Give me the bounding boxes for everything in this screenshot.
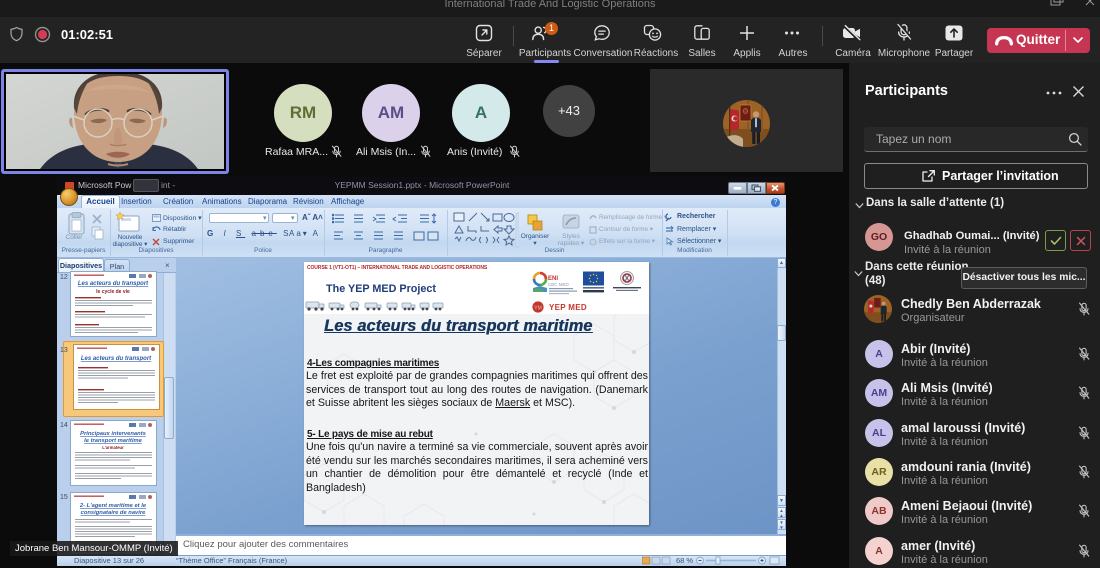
svg-text:YM: YM xyxy=(534,305,542,311)
svg-text:2- L'agent maritime et le: 2- L'agent maritime et le xyxy=(79,503,147,509)
svg-text:Les acteurs du transport: Les acteurs du transport xyxy=(81,356,152,362)
svg-text:consignataire de navire: consignataire de navire xyxy=(81,510,147,516)
svg-text:le transport maritime: le transport maritime xyxy=(84,438,142,444)
svg-text:le cycle de vie: le cycle de vie xyxy=(96,289,130,295)
svg-text:L'armateur: L'armateur xyxy=(102,445,124,450)
svg-text:Principaux intervenants: Principaux intervenants xyxy=(80,431,146,437)
svg-text:Les acteurs du transport: Les acteurs du transport xyxy=(78,281,149,287)
svg-text:68 %: 68 % xyxy=(676,556,693,565)
svg-text:CBC MED: CBC MED xyxy=(548,282,570,287)
